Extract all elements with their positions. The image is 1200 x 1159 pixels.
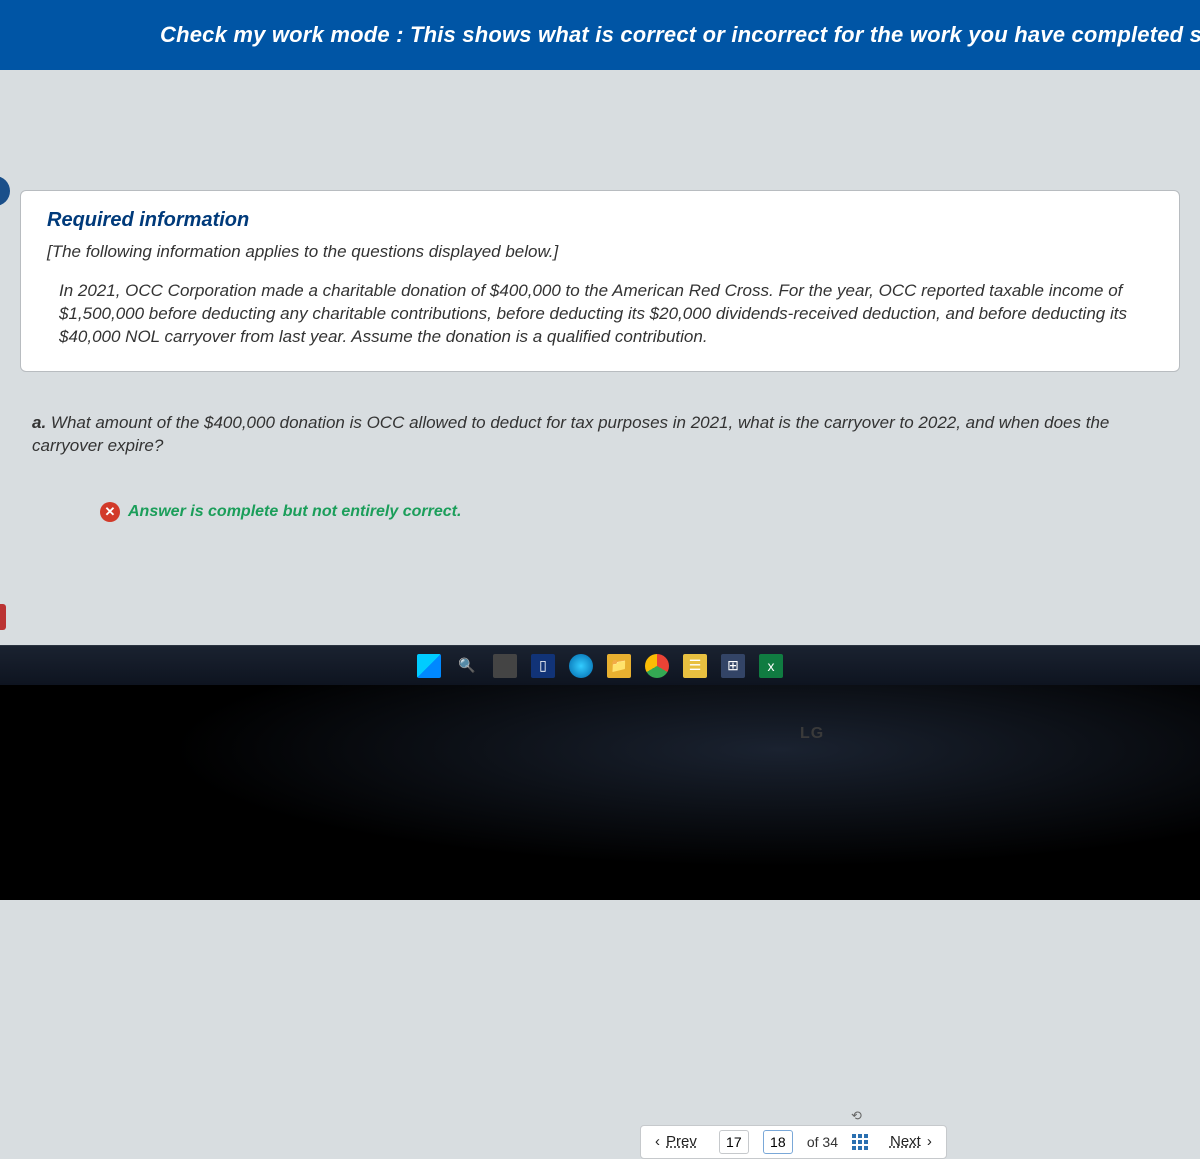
- pagination-bar: ⟲ ‹ Prev 17 18 of 34 Next ›: [640, 1125, 947, 1159]
- edge-icon[interactable]: [569, 654, 593, 678]
- check-work-banner: Check my work mode : This shows what is …: [0, 0, 1200, 70]
- calc-icon[interactable]: ⊞: [721, 654, 745, 678]
- notes-icon[interactable]: ☰: [683, 654, 707, 678]
- chevron-left-icon: ‹: [655, 1133, 660, 1150]
- banner-text: Check my work mode : This shows what is …: [160, 22, 1200, 47]
- start-icon[interactable]: [417, 654, 441, 678]
- chevron-right-icon: ›: [927, 1133, 932, 1150]
- question-a: a. What amount of the $400,000 donation …: [32, 412, 1166, 458]
- page-18-box[interactable]: 18: [763, 1130, 793, 1154]
- chrome-icon[interactable]: [645, 654, 669, 678]
- excel-icon[interactable]: x: [759, 654, 783, 678]
- question-label: a.: [32, 413, 46, 432]
- link-icon: ⟲: [851, 1108, 862, 1124]
- incorrect-icon: ✕: [100, 502, 120, 522]
- next-label: Next: [890, 1133, 921, 1150]
- content-area: Required information [The following info…: [0, 70, 1200, 522]
- prev-label: Prev: [666, 1133, 697, 1150]
- required-info-card: Required information [The following info…: [20, 190, 1180, 372]
- task-view-icon[interactable]: [493, 654, 517, 678]
- next-button[interactable]: Next ›: [882, 1129, 940, 1154]
- page-17-box[interactable]: 17: [719, 1130, 749, 1154]
- prev-button[interactable]: ‹ Prev: [647, 1129, 705, 1154]
- applies-note: [The following information applies to th…: [47, 242, 1153, 262]
- side-tab[interactable]: [0, 604, 6, 630]
- grid-icon[interactable]: [852, 1134, 868, 1150]
- monitor-brand: LG: [800, 725, 824, 743]
- page-of-text: of 34: [807, 1134, 838, 1150]
- problem-body: In 2021, OCC Corporation made a charitab…: [47, 280, 1153, 349]
- feedback-text: Answer is complete but not entirely corr…: [128, 503, 461, 521]
- store-icon[interactable]: ▯: [531, 654, 555, 678]
- search-icon[interactable]: 🔍: [455, 654, 479, 678]
- required-info-title: Required information: [47, 209, 1153, 232]
- windows-taskbar: 🔍 ▯ 📁 ☰ ⊞ x: [0, 645, 1200, 685]
- feedback-row: ✕ Answer is complete but not entirely co…: [100, 502, 1200, 522]
- explorer-icon[interactable]: 📁: [607, 654, 631, 678]
- monitor-bezel: LG: [0, 685, 1200, 900]
- question-text: What amount of the $400,000 donation is …: [32, 413, 1109, 455]
